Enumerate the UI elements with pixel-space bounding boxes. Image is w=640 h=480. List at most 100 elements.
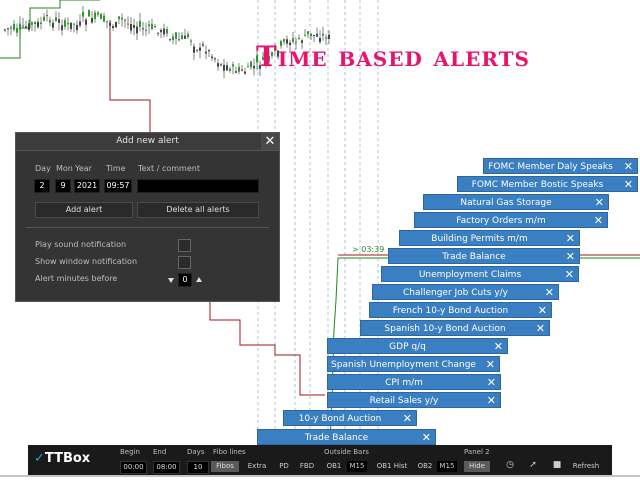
year-header: Year [75,164,92,173]
candle-body [13,23,15,30]
candle-body [328,34,330,39]
candle-body [199,47,201,51]
candle-body [7,28,9,30]
close-icon[interactable]: ✕ [487,393,496,409]
days-input[interactable]: 10 [187,461,209,474]
close-icon[interactable]: ✕ [595,195,604,211]
alert-item[interactable]: FOMC Member Bostic Speaks ✕ [457,176,638,192]
stop-icon[interactable]: ■ [549,460,565,471]
close-icon[interactable]: ✕ [261,133,279,150]
ob2-timeframe[interactable]: M15 [437,461,457,472]
candle-body [100,13,102,20]
alert-item[interactable]: GDP q/q ✕ [327,338,508,354]
candle-body [322,33,324,36]
candle-body [106,20,108,23]
close-icon[interactable]: ✕ [545,285,554,301]
candle-body [88,10,90,17]
time-input[interactable]: 09:57 [104,179,132,193]
refresh-button[interactable]: Refresh [568,461,604,472]
minutes-before-input[interactable]: 0 [178,273,192,287]
alert-item[interactable]: French 10-y Bond Auction ✕ [369,302,552,318]
close-icon[interactable]: ✕ [494,339,503,355]
day-input[interactable]: 2 [34,179,50,193]
ob1-timeframe[interactable]: M15 [347,461,367,472]
comment-input[interactable] [137,179,259,193]
alert-item[interactable]: Trade Balance ✕ [257,429,436,445]
month-input[interactable]: 9 [55,179,71,193]
ob1-button[interactable]: OB1 [324,461,344,472]
begin-input[interactable]: 00:00 [120,461,147,474]
ob2-button[interactable]: OB2 [415,461,435,472]
alert-label: Unemployment Claims [418,270,522,280]
delete-all-alerts-button[interactable]: Delete all alerts [137,202,259,218]
close-icon[interactable]: ✕ [624,177,633,193]
alert-label: CPI m/m [385,378,423,388]
close-icon[interactable]: ✕ [422,430,431,446]
candle-body [121,17,123,20]
alert-label: Retail Sales y/y [369,396,439,406]
close-icon[interactable]: ✕ [538,303,547,319]
candle-body [103,15,105,22]
close-icon[interactable]: ✕ [536,321,545,337]
logo-mark-icon: ✓ [34,451,45,466]
alert-item[interactable]: CPI m/m ✕ [327,374,501,390]
ob1-hist-button[interactable]: OB1 Hist [374,461,410,472]
candle-body [208,50,210,52]
close-icon[interactable]: ✕ [487,375,496,391]
close-icon[interactable]: ✕ [565,267,574,283]
add-alert-button[interactable]: Add alert [35,202,133,218]
alert-item[interactable]: Retail Sales y/y ✕ [327,392,501,408]
panel-label: Panel 2 [464,448,490,456]
alert-label: Trade Balance [442,252,506,262]
close-icon[interactable]: ✕ [566,249,575,265]
close-icon[interactable]: ✕ [566,231,575,247]
draw-icon[interactable]: ➚ [525,460,541,471]
year-input[interactable]: 2021 [74,179,100,193]
alert-item[interactable]: Unemployment Claims ✕ [381,266,579,282]
alert-item[interactable]: Building Permits m/m ✕ [399,230,580,246]
candle-body [28,23,30,31]
candle-body [91,17,93,23]
pd-button[interactable]: PD [276,461,292,472]
alert-item[interactable]: Natural Gas Storage ✕ [423,194,609,210]
hide-button[interactable]: Hide [464,461,490,472]
candle-body [40,22,42,25]
alert-item[interactable]: 10-y Bond Auction ✕ [283,410,417,426]
play-sound-checkbox[interactable] [178,239,191,252]
text-header: Text / comment [138,164,200,173]
show-window-label: Show window notification [35,257,138,266]
candle-body [304,35,306,37]
show-window-checkbox[interactable] [178,256,191,269]
end-input[interactable]: 08:00 [153,461,180,474]
close-icon[interactable]: ✕ [624,159,633,175]
candle-body [151,24,153,29]
extra-button[interactable]: Extra [246,461,268,472]
alert-item[interactable]: Spanish 10-y Bond Auction ✕ [360,320,550,336]
candle-body [214,58,216,60]
outside-bars-label: Outside Bars [324,448,369,456]
decrement-icon[interactable] [166,275,176,285]
increment-icon[interactable] [194,275,204,285]
close-icon[interactable]: ✕ [403,411,412,427]
bottom-toolbar: ✓TTBox Begin 00:00 End 08:00 Days 10 Fib… [28,445,612,475]
candle-body [67,22,69,25]
candle-body [49,20,51,23]
alert-item[interactable]: FOMC Member Daly Speaks ✕ [483,158,638,174]
alert-label: French 10-y Bond Auction [392,306,509,316]
fibos-button[interactable]: Fibos [211,461,239,472]
clock-icon[interactable]: ◷ [502,460,518,471]
alert-item[interactable]: Trade Balance ✕ [388,248,580,264]
alert-label: FOMC Member Bostic Speaks [471,180,604,190]
close-icon[interactable]: ✕ [594,213,603,229]
candle-body [85,19,87,25]
fbd-button[interactable]: FBD [297,461,317,472]
alert-item[interactable]: Factory Orders m/m ✕ [414,212,608,228]
alert-item[interactable]: Challenger Job Cuts y/y ✕ [372,284,559,300]
candle-body [136,26,138,34]
begin-label: Begin [120,448,140,456]
candle-body [163,28,165,35]
candle-body [4,29,6,31]
close-icon[interactable]: ✕ [486,357,495,373]
fibo-label: Fibo lines [213,448,246,456]
alert-item[interactable]: Spanish Unemployment Change ✕ [327,356,500,372]
